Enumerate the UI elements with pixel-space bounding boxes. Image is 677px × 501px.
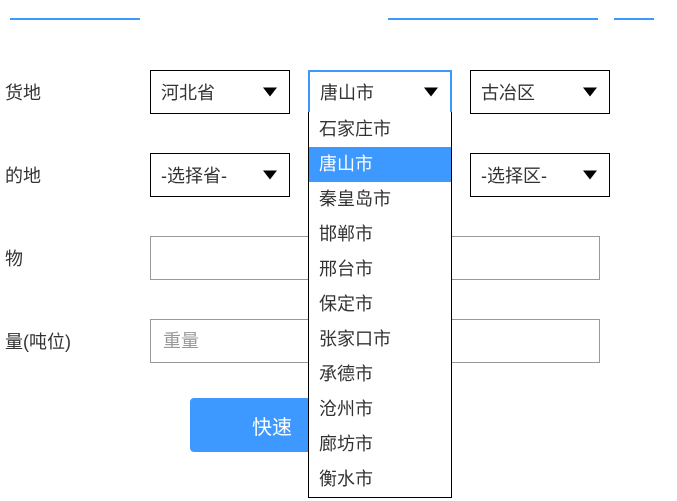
origin-district-select[interactable]: 古冶区 [470,70,610,114]
weight-label: 量(吨位) [0,328,140,354]
chevron-down-icon [263,171,277,180]
city-option[interactable]: 张家口市 [309,322,451,357]
goods-label: 物 [0,245,140,271]
origin-city-value: 唐山市 [320,79,374,105]
top-underline-c [614,18,654,20]
chevron-down-icon [263,88,277,97]
origin-province-select[interactable]: 河北省 [150,70,290,114]
city-option[interactable]: 石家庄市 [309,112,451,147]
city-option[interactable]: 秦皇岛市 [309,182,451,217]
origin-label: 货地 [0,79,140,105]
origin-province-value: 河北省 [161,79,215,105]
city-option[interactable]: 廊坊市 [309,427,451,462]
chevron-down-icon [424,88,438,97]
origin-city-select[interactable]: 唐山市 [308,70,452,114]
city-option[interactable]: 衡水市 [309,462,451,497]
top-underline-a [10,18,140,20]
chevron-down-icon [583,88,597,97]
city-option[interactable]: 唐山市 [309,147,451,182]
city-option[interactable]: 邢台市 [309,252,451,287]
origin-district-value: 古冶区 [481,79,535,105]
destination-label: 的地 [0,162,140,188]
city-option[interactable]: 保定市 [309,287,451,322]
city-dropdown-list[interactable]: 石家庄市唐山市秦皇岛市邯郸市邢台市保定市张家口市承德市沧州市廊坊市衡水市 [308,112,452,498]
destination-province-select[interactable]: -选择省- [150,153,290,197]
top-underline-b [388,18,598,20]
chevron-down-icon [583,171,597,180]
city-option[interactable]: 邯郸市 [309,217,451,252]
destination-district-select[interactable]: -选择区- [470,153,610,197]
destination-province-value: -选择省- [161,162,227,188]
city-option[interactable]: 沧州市 [309,392,451,427]
city-option[interactable]: 承德市 [309,357,451,392]
destination-district-value: -选择区- [481,162,547,188]
